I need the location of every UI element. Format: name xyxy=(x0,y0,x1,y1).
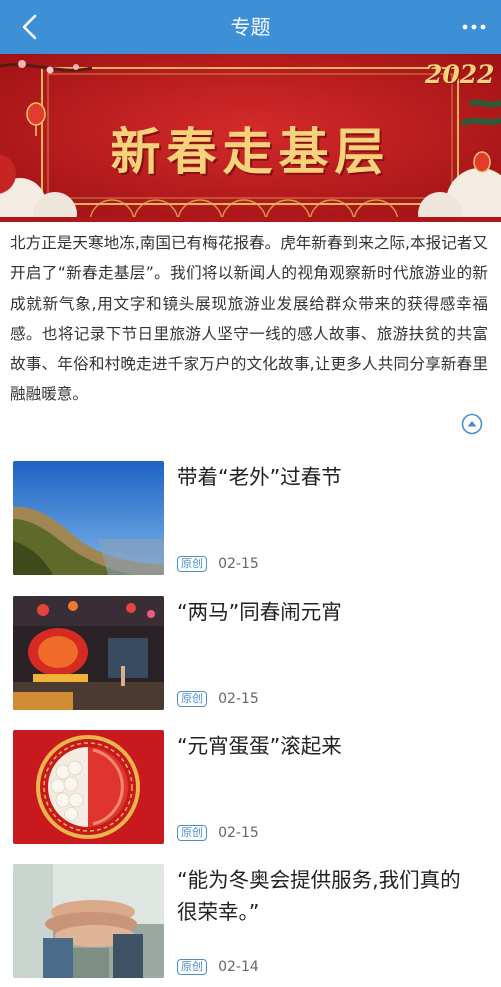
tangyuan-bowl-photo xyxy=(13,730,164,844)
article-meta: 原创 02-15 xyxy=(177,822,259,841)
topic-intro: 北方正是天寒地冻,南国已有梅花报春。虎年新春到来之际,本报记者又开启了“新春走基… xyxy=(10,234,488,404)
original-badge: 原创 xyxy=(177,690,207,707)
original-badge: 原创 xyxy=(177,555,207,572)
banner-year: 2022 xyxy=(425,60,495,89)
article-date: 02-15 xyxy=(218,555,259,572)
article-item[interactable]: “元宵蛋蛋”滚起来 原创 02-15 xyxy=(13,730,491,844)
article-meta: 原创 02-14 xyxy=(177,956,259,975)
more-horizontal-icon xyxy=(462,24,486,30)
article-item[interactable]: “两马”同春闹元宵 原创 02-15 xyxy=(13,596,491,710)
banner-title: 新春走基层 xyxy=(110,122,391,181)
article-thumbnail xyxy=(13,730,164,844)
article-title: “两马”同春闹元宵 xyxy=(177,600,342,624)
article-item[interactable]: 带着“老外”过春节 原创 02-15 xyxy=(13,461,491,575)
original-badge: 原创 xyxy=(177,958,207,975)
page-title: 专题 xyxy=(230,15,271,39)
chevron-up-circle-icon xyxy=(461,413,483,435)
article-title: “能为冬奥会提供服务,我们真的很荣幸。” xyxy=(177,868,461,924)
article-item[interactable]: “能为冬奥会提供服务,我们真的很荣幸。” 原创 02-14 xyxy=(13,864,491,978)
article-date: 02-15 xyxy=(218,690,259,707)
mountain-landscape-photo xyxy=(13,461,164,575)
original-badge: 原创 xyxy=(177,824,207,841)
article-date: 02-14 xyxy=(218,958,259,975)
article-thumbnail xyxy=(13,864,164,978)
top-navbar: 专题 xyxy=(0,0,501,54)
article-meta: 原创 02-15 xyxy=(177,553,259,572)
topic-banner: 2022 新春走基层 xyxy=(0,54,501,222)
stacked-hands-photo xyxy=(13,864,164,978)
article-meta: 原创 02-15 xyxy=(177,688,259,707)
more-button[interactable] xyxy=(457,10,491,44)
article-thumbnail xyxy=(13,461,164,575)
article-title: “元宵蛋蛋”滚起来 xyxy=(177,734,342,758)
article-thumbnail xyxy=(13,596,164,710)
article-date: 02-15 xyxy=(218,824,259,841)
collapse-button[interactable] xyxy=(461,413,483,435)
lantern-night-photo xyxy=(13,596,164,710)
article-title: 带着“老外”过春节 xyxy=(177,465,342,489)
